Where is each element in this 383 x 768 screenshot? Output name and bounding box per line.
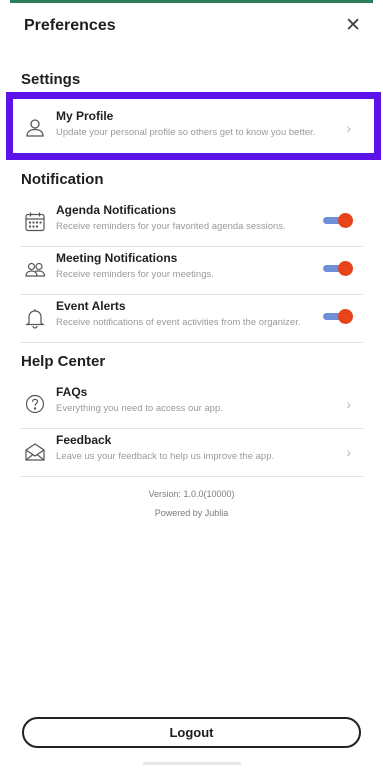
top-accent-line bbox=[10, 0, 373, 3]
powered-by: Powered by Jublia bbox=[154, 508, 229, 518]
question-icon bbox=[24, 393, 46, 415]
feedback-description: Leave us your feedback to help us improv… bbox=[56, 451, 275, 462]
faqs-item[interactable]: FAQs Everything you need to access our a… bbox=[20, 381, 363, 429]
faqs-label: FAQs bbox=[56, 385, 88, 399]
agenda-notifications-item: Agenda Notifications Receive reminders f… bbox=[20, 199, 363, 247]
logout-button[interactable]: Logout bbox=[22, 717, 361, 748]
meeting-notifications-item: Meeting Notifications Receive reminders … bbox=[20, 247, 363, 295]
highlight-box bbox=[6, 92, 381, 160]
preferences-header: Preferences ✕ bbox=[0, 14, 383, 42]
meeting-notifications-label: Meeting Notifications bbox=[56, 251, 178, 265]
people-icon bbox=[24, 259, 46, 281]
meeting-notifications-toggle[interactable] bbox=[323, 261, 353, 276]
meeting-notifications-description: Receive reminders for your meetings. bbox=[56, 269, 214, 280]
help-center-section-title: Help Center bbox=[21, 353, 106, 370]
app-version: Version: 1.0.0(10000) bbox=[148, 489, 235, 499]
event-alerts-toggle[interactable] bbox=[323, 309, 353, 324]
bell-icon bbox=[24, 307, 46, 329]
envelope-icon bbox=[24, 441, 46, 463]
faqs-description: Everything you need to access our app. bbox=[56, 403, 223, 414]
home-indicator bbox=[143, 762, 241, 765]
chevron-right-icon: › bbox=[346, 396, 351, 412]
event-alerts-label: Event Alerts bbox=[56, 299, 126, 313]
event-alerts-item: Event Alerts Receive notifications of ev… bbox=[20, 295, 363, 343]
page-title: Preferences bbox=[24, 17, 116, 34]
close-icon[interactable]: ✕ bbox=[345, 16, 361, 35]
agenda-notifications-label: Agenda Notifications bbox=[56, 203, 177, 217]
feedback-item[interactable]: Feedback Leave us your feedback to help … bbox=[20, 429, 363, 477]
settings-section-title: Settings bbox=[21, 71, 81, 88]
notification-section-title: Notification bbox=[21, 171, 104, 188]
chevron-right-icon: › bbox=[346, 444, 351, 460]
agenda-notifications-description: Receive reminders for your favorited age… bbox=[56, 221, 286, 232]
event-alerts-description: Receive notifications of event activitie… bbox=[56, 317, 301, 328]
feedback-label: Feedback bbox=[56, 433, 112, 447]
agenda-notifications-toggle[interactable] bbox=[323, 213, 353, 228]
calendar-icon bbox=[24, 211, 46, 233]
